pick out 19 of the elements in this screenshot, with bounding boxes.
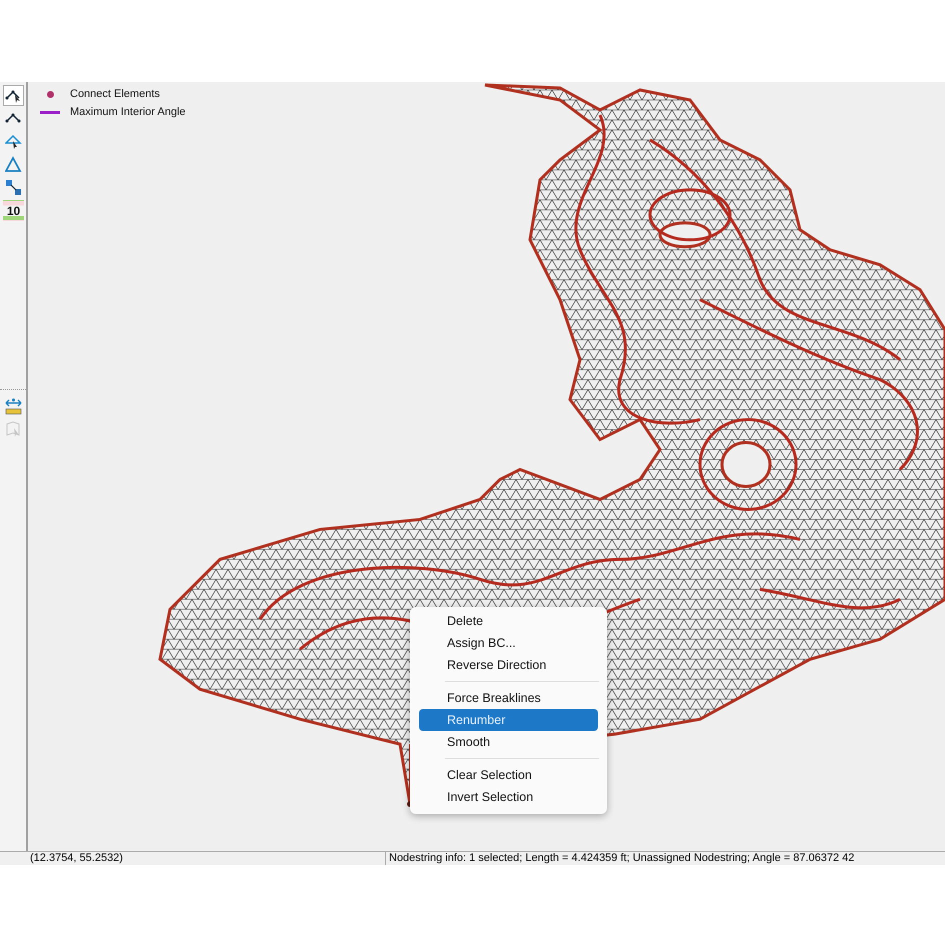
menu-item[interactable]: Invert Selection (419, 786, 598, 808)
legend-label: Connect Elements (70, 88, 160, 100)
menu-item[interactable]: Renumber (419, 709, 598, 731)
squares-arrow-icon (5, 179, 22, 196)
triangle-icon (5, 156, 22, 173)
tool-button[interactable] (3, 85, 24, 106)
triangle-pointer-icon (5, 133, 22, 150)
arrows-ruler-icon (5, 398, 22, 415)
menu-item[interactable]: Delete (419, 610, 598, 632)
menu-item[interactable]: Reverse Direction (419, 654, 598, 676)
status-info: Nodestring info: 1 selected; Length = 4.424359 ft; Unassigned Nodestring; Angle = 87.06372 42 (386, 851, 945, 865)
coordinates-readout: (12.3754, 55.2532) (0, 851, 386, 865)
menu-item[interactable]: Clear Selection (419, 764, 598, 786)
menu-item[interactable]: Smooth (419, 731, 598, 753)
menu-item[interactable]: Force Breaklines (419, 687, 598, 709)
map-pointer-icon (5, 421, 22, 438)
tool-button[interactable]: 10 (3, 200, 24, 221)
menu-item[interactable]: Assign BC... (419, 632, 598, 654)
legend-label: Maximum Interior Angle (70, 106, 186, 118)
